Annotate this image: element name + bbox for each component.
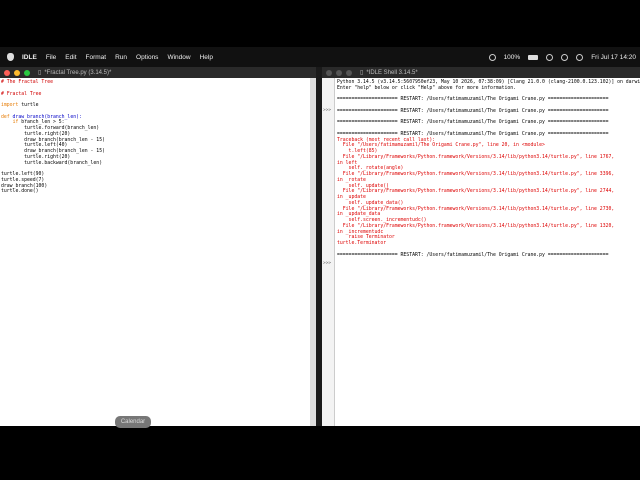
screen-record-icon[interactable] <box>488 53 496 61</box>
control-center-icon[interactable] <box>576 53 584 61</box>
restart-line: ===================== RESTART: /Users/fa… <box>337 120 609 126</box>
prompt-marker: >>> <box>323 261 332 266</box>
doc-icon: ▯ <box>38 70 42 76</box>
zoom-button[interactable] <box>24 69 30 76</box>
editor-window: ▯ *Fractal Tree.py (3.14.5)* # The Fract… <box>0 67 316 426</box>
menu-help[interactable]: Help <box>200 54 213 61</box>
dock-tooltip-calendar: Calendar <box>115 416 151 428</box>
shell-gutter: >>> >>> <box>322 78 335 426</box>
editor-titlebar: ▯ *Fractal Tree.py (3.14.5)* <box>0 67 316 78</box>
menu-options[interactable]: Options <box>136 54 158 61</box>
restart-line: ===================== RESTART: /Users/fa… <box>337 131 609 137</box>
shell-close-button[interactable] <box>326 69 332 76</box>
menu-window[interactable]: Window <box>167 54 190 61</box>
traceback-text: Traceback (most recent call last): File … <box>337 137 615 247</box>
shell-window: ▯ *IDLE Shell 3.14.5* >>> >>> Python 3.1… <box>322 67 640 426</box>
editor-title: *Fractal Tree.py (3.14.5)* <box>44 69 112 76</box>
status-area: 100% Fri Jul 17 14:20 <box>488 53 636 61</box>
menu-bar: IDLE File Edit Format Run Options Window… <box>0 47 640 67</box>
prompt-marker: >>> <box>323 108 332 113</box>
minimize-button[interactable] <box>14 69 20 76</box>
wifi-icon[interactable] <box>546 53 554 61</box>
apple-icon[interactable] <box>7 53 14 61</box>
menubar-clock[interactable]: Fri Jul 17 14:20 <box>591 54 636 61</box>
restart-line: ===================== RESTART: /Users/fa… <box>337 97 609 103</box>
restart-line: ===================== RESTART: /Users/fa… <box>337 108 609 114</box>
menu-edit[interactable]: Edit <box>65 54 76 61</box>
search-icon[interactable] <box>561 53 569 61</box>
restart-line: ===================== RESTART: /Users/fa… <box>337 252 609 258</box>
shell-output[interactable]: Python 3.14.5 (v3.14.5:5607950ef23, May … <box>336 78 640 258</box>
menu-file[interactable]: File <box>46 54 56 61</box>
code-line: turtle.done() <box>1 189 39 195</box>
menu-app-idle[interactable]: IDLE <box>22 54 37 61</box>
shell-minimize-button[interactable] <box>336 69 342 76</box>
shell-titlebar: ▯ *IDLE Shell 3.14.5* <box>322 67 640 78</box>
battery-icon[interactable] <box>528 54 539 60</box>
battery-percent: 100% <box>503 53 521 61</box>
menu-run[interactable]: Run <box>115 54 127 61</box>
close-button[interactable] <box>4 69 10 76</box>
shell-banner: Python 3.14.5 (v3.14.5:5607950ef23, May … <box>337 80 640 91</box>
shell-zoom-button[interactable] <box>346 69 352 76</box>
shell-doc-icon: ▯ <box>360 70 364 76</box>
editor-text-area[interactable]: # The Fractal Tree # Fractal Tree import t… <box>0 78 316 195</box>
shell-title: *IDLE Shell 3.14.5* <box>366 69 418 76</box>
menu-format[interactable]: Format <box>86 54 107 61</box>
